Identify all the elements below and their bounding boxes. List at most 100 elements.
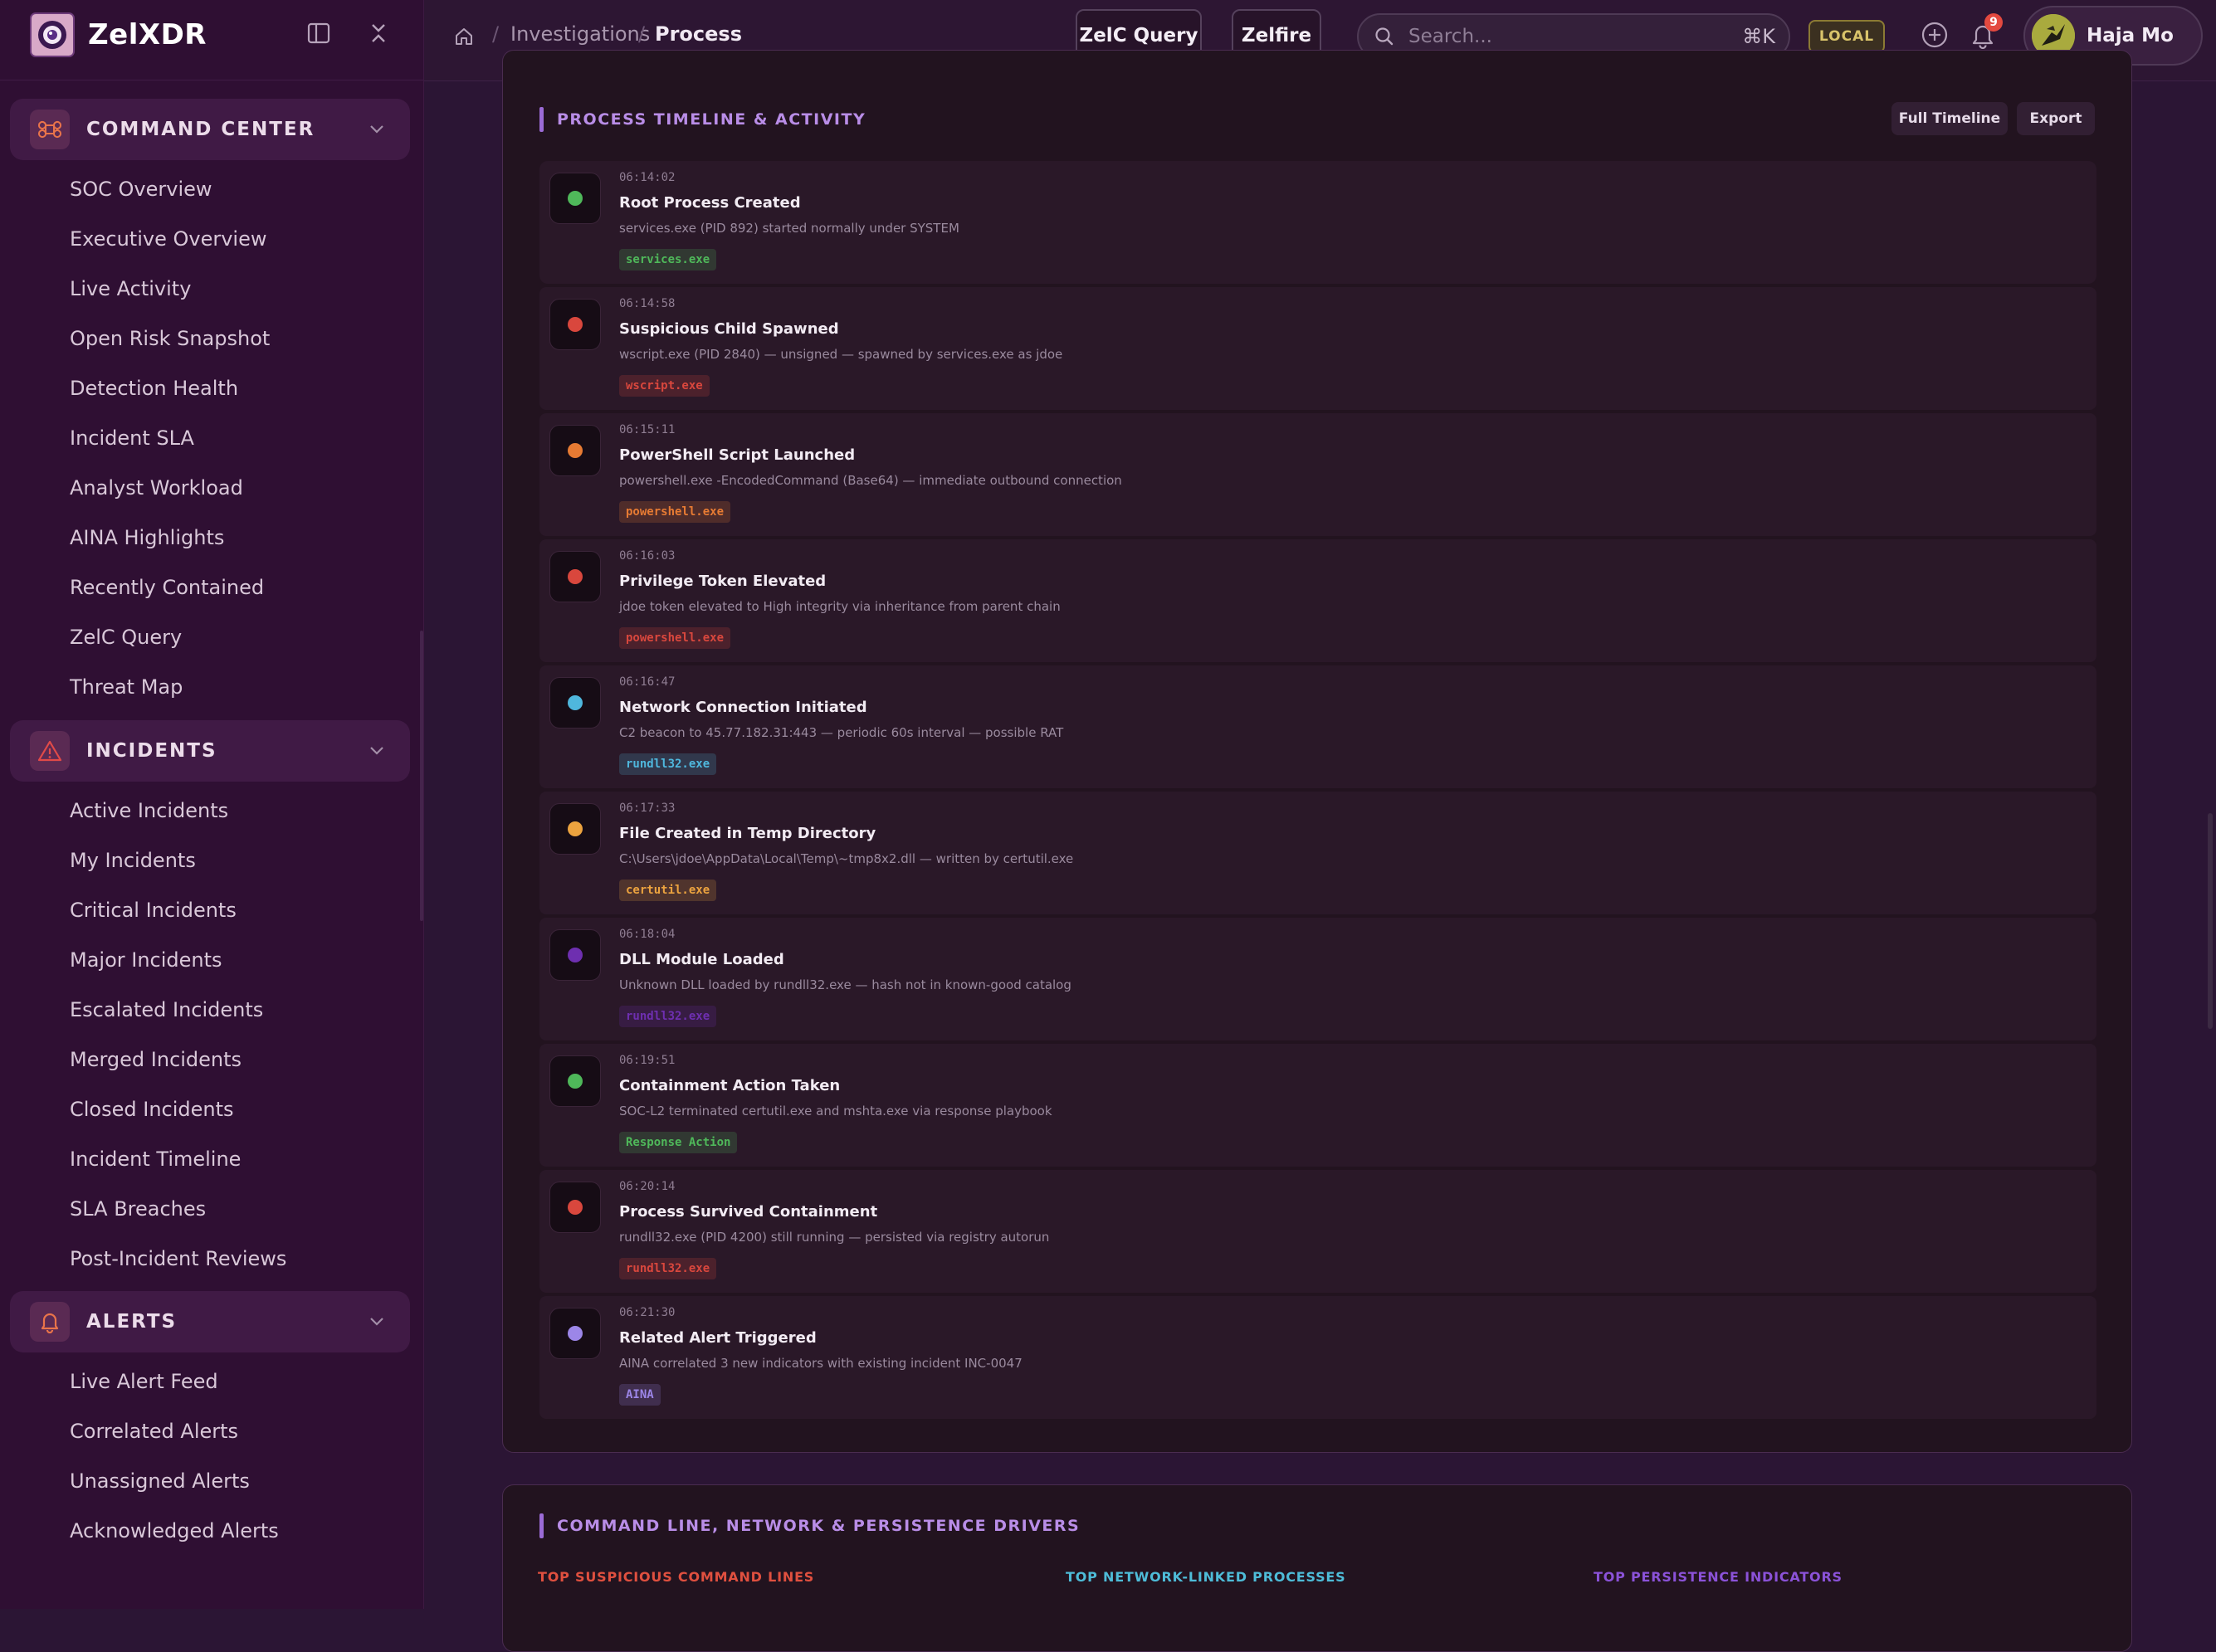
event-marker bbox=[549, 173, 601, 224]
command-icon bbox=[30, 110, 70, 149]
sidebar-item-incident-sla[interactable]: Incident SLA bbox=[70, 426, 194, 451]
accent-bar bbox=[539, 1513, 544, 1538]
status-dot-icon bbox=[568, 821, 583, 836]
event-tag: services.exe bbox=[619, 249, 717, 270]
status-dot-icon bbox=[568, 1074, 583, 1089]
add-button[interactable] bbox=[1918, 20, 1951, 53]
event-description: C:\Users\jdoe\AppData\Local\Temp\~tmp8x2… bbox=[619, 851, 1074, 866]
sidebar-item-soc-overview[interactable]: SOC Overview bbox=[70, 177, 212, 202]
sidebar-item-open-risk-snapshot[interactable]: Open Risk Snapshot bbox=[70, 326, 270, 351]
event-title: PowerShell Script Launched bbox=[619, 446, 856, 464]
accent-bar bbox=[539, 107, 544, 132]
event-title: Process Survived Containment bbox=[619, 1203, 878, 1221]
event-time: 06:15:11 bbox=[619, 423, 676, 436]
event-tag: wscript.exe bbox=[619, 375, 710, 397]
toggle-sidebar-button[interactable] bbox=[302, 18, 335, 51]
sidebar-item-post-incident-reviews[interactable]: Post-Incident Reviews bbox=[70, 1246, 286, 1271]
event-marker bbox=[549, 1308, 601, 1359]
zelxdr-logo-icon bbox=[28, 11, 76, 59]
event-title: Root Process Created bbox=[619, 194, 801, 212]
timeline-event[interactable]: 06:19:51 Containment Action Taken SOC-L2 t… bbox=[539, 1044, 2096, 1167]
sidebar-item-merged-incidents[interactable]: Merged Incidents bbox=[70, 1047, 242, 1072]
breadcrumb-investigations[interactable]: Investigations bbox=[510, 22, 650, 46]
sidebar-item-live-activity[interactable]: Live Activity bbox=[70, 276, 191, 301]
sidebar-item-incident-timeline[interactable]: Incident Timeline bbox=[70, 1147, 241, 1172]
brand[interactable]: ZelXDR bbox=[28, 12, 207, 58]
event-marker bbox=[549, 803, 601, 855]
sidebar-item-unassigned-alerts[interactable]: Unassigned Alerts bbox=[70, 1469, 250, 1494]
section-alerts[interactable]: ALERTS bbox=[10, 1291, 410, 1352]
timeline-event[interactable]: 06:17:33 File Created in Temp Directory C:… bbox=[539, 792, 2096, 914]
section-command-center[interactable]: COMMAND CENTER bbox=[10, 99, 410, 160]
sidebar-item-major-incidents[interactable]: Major Incidents bbox=[70, 948, 222, 972]
event-tag: powershell.exe bbox=[619, 627, 731, 649]
notification-count-badge: 9 bbox=[1984, 13, 2003, 32]
section-incidents[interactable]: INCIDENTS bbox=[10, 720, 410, 782]
panel-header: PROCESS TIMELINE & ACTIVITY bbox=[539, 107, 866, 132]
sidebar-item-escalated-incidents[interactable]: Escalated Incidents bbox=[70, 997, 263, 1022]
event-description: SOC-L2 terminated certutil.exe and mshta… bbox=[619, 1104, 1052, 1118]
sidebar-item-critical-incidents[interactable]: Critical Incidents bbox=[70, 898, 237, 923]
status-dot-icon bbox=[568, 317, 583, 332]
sidebar: ZelXDR COMMAND CENTER SOC Overview Execu… bbox=[0, 0, 424, 1609]
event-tag: rundll32.exe bbox=[619, 753, 717, 775]
event-title: Containment Action Taken bbox=[619, 1077, 841, 1094]
timeline-event[interactable]: 06:16:47 Network Connection Initiated C2 b… bbox=[539, 665, 2096, 788]
timeline-event[interactable]: 06:16:03 Privilege Token Elevated jdoe tok… bbox=[539, 539, 2096, 662]
search-icon bbox=[1374, 26, 1395, 47]
event-title: File Created in Temp Directory bbox=[619, 825, 876, 842]
sidebar-item-active-incidents[interactable]: Active Incidents bbox=[70, 798, 228, 823]
timeline-event[interactable]: 06:14:02 Root Process Created services.exe… bbox=[539, 161, 2096, 284]
event-time: 06:20:14 bbox=[619, 1180, 676, 1193]
page-scrollbar[interactable] bbox=[2208, 813, 2213, 1029]
panel-title: PROCESS TIMELINE & ACTIVITY bbox=[557, 110, 866, 129]
sidebar-item-detection-health[interactable]: Detection Health bbox=[70, 376, 238, 401]
timeline-event[interactable]: 06:18:04 DLL Module Loaded Unknown DLL loa… bbox=[539, 918, 2096, 1040]
sidebar-item-threat-map[interactable]: Threat Map bbox=[70, 675, 183, 699]
search-shortcut: ⌘K bbox=[1742, 25, 1775, 48]
event-description: powershell.exe -EncodedCommand (Base64) … bbox=[619, 473, 1122, 488]
event-time: 06:17:33 bbox=[619, 802, 676, 815]
sidebar-item-executive-overview[interactable]: Executive Overview bbox=[70, 227, 266, 251]
status-dot-icon bbox=[568, 1200, 583, 1215]
collapse-all-button[interactable] bbox=[362, 18, 395, 51]
top-network-linked-processes-heading: TOP NETWORK-LINKED PROCESSES bbox=[1066, 1569, 1346, 1585]
top-persistence-indicators-heading: TOP PERSISTENCE INDICATORS bbox=[1594, 1569, 1843, 1585]
timeline-event[interactable]: 06:20:14 Process Survived Containment rund… bbox=[539, 1170, 2096, 1293]
chevron-down-icon[interactable] bbox=[367, 119, 387, 139]
event-time: 06:21:30 bbox=[619, 1306, 676, 1319]
status-dot-icon bbox=[568, 569, 583, 584]
sidebar-item-aina-highlights[interactable]: AINA Highlights bbox=[70, 525, 224, 550]
sidebar-item-sla-breaches[interactable]: SLA Breaches bbox=[70, 1196, 206, 1221]
status-dot-icon bbox=[568, 948, 583, 962]
full-timeline-button[interactable]: Full Timeline bbox=[1891, 102, 2008, 135]
breadcrumb-process: Process bbox=[655, 22, 742, 46]
export-button[interactable]: Export bbox=[2017, 102, 2095, 135]
sidebar-item-zelc-query[interactable]: ZelC Query bbox=[70, 625, 182, 650]
sidebar-item-recently-contained[interactable]: Recently Contained bbox=[70, 575, 264, 600]
event-title: Related Alert Triggered bbox=[619, 1329, 817, 1347]
section-label: COMMAND CENTER bbox=[86, 119, 315, 140]
sidebar-item-my-incidents[interactable]: My Incidents bbox=[70, 848, 196, 873]
timeline-event[interactable]: 06:14:58 Suspicious Child Spawned wscript.… bbox=[539, 287, 2096, 410]
sidebar-item-analyst-workload[interactable]: Analyst Workload bbox=[70, 475, 243, 500]
timeline-event[interactable]: 06:15:11 PowerShell Script Launched powers… bbox=[539, 413, 2096, 536]
status-dot-icon bbox=[568, 443, 583, 458]
event-time: 06:16:03 bbox=[619, 549, 676, 563]
sidebar-item-correlated-alerts[interactable]: Correlated Alerts bbox=[70, 1419, 238, 1444]
sidebar-scrollbar[interactable] bbox=[420, 631, 423, 921]
timeline-event[interactable]: 06:21:30 Related Alert Triggered AINA corr… bbox=[539, 1296, 2096, 1419]
sidebar-item-acknowledged-alerts[interactable]: Acknowledged Alerts bbox=[70, 1518, 279, 1543]
chevron-down-icon[interactable] bbox=[367, 741, 387, 761]
sidebar-item-live-alert-feed[interactable]: Live Alert Feed bbox=[70, 1369, 218, 1394]
search-input[interactable]: Search... bbox=[1408, 26, 1742, 47]
event-tag: rundll32.exe bbox=[619, 1258, 717, 1279]
event-marker bbox=[549, 299, 601, 350]
event-tag: powershell.exe bbox=[619, 501, 731, 523]
status-dot-icon bbox=[568, 1326, 583, 1341]
user-name: Haja Mo bbox=[2087, 25, 2174, 46]
chevron-down-icon[interactable] bbox=[367, 1312, 387, 1332]
home-button[interactable] bbox=[449, 23, 479, 53]
breadcrumb-separator: / bbox=[492, 22, 500, 46]
sidebar-item-closed-incidents[interactable]: Closed Incidents bbox=[70, 1097, 234, 1122]
